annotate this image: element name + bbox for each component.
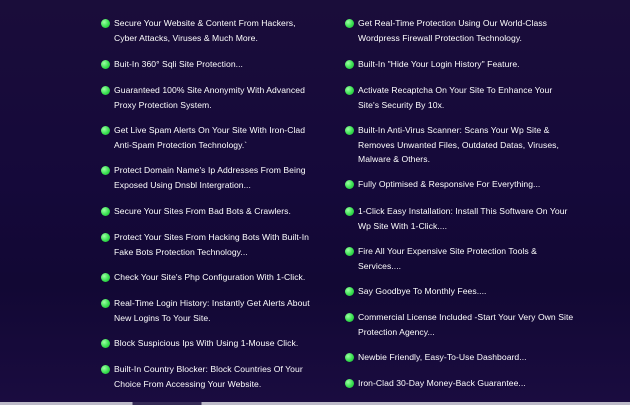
list-item: Newbie Friendly, Easy-To-Use Dashboard..… [345, 350, 527, 365]
feature-text: Block Suspicious Ips With Using 1-Mouse … [114, 338, 299, 348]
green-bullet-icon [345, 179, 354, 189]
feature-text: Iron-Clad 30-Day Money-Back Guarantee... [358, 378, 526, 388]
list-item: Built-In "Hide Your Login History" Featu… [345, 57, 520, 72]
green-bullet-icon [345, 206, 354, 216]
green-bullet-icon [101, 85, 110, 95]
green-bullet-icon [101, 298, 110, 308]
list-item: Real-Time Login History: Instantly Get A… [101, 296, 321, 325]
feature-text: Activate Recaptcha On Your Site To Enhan… [358, 85, 553, 110]
feature-text: Buit-In 360° Sqli Site Protection... [114, 59, 243, 69]
list-item: Commercial License Included -Start Your … [345, 310, 575, 339]
feature-text: Commercial License Included -Start Your … [358, 312, 574, 337]
green-bullet-icon [345, 59, 354, 69]
green-bullet-icon [101, 232, 110, 242]
list-item: Protect Your Sites From Hacking Bots Wit… [101, 230, 321, 259]
list-item: Get Live Spam Alerts On Your Site With I… [101, 123, 321, 152]
green-bullet-icon [345, 246, 354, 256]
feature-text: Secure Your Sites From Bad Bots & Crawle… [114, 206, 291, 216]
feature-text: Real-Time Login History: Instantly Get A… [114, 298, 310, 323]
list-item: Built-In Anti-Virus Scanner: Scans Your … [345, 123, 575, 167]
feature-text: Built-In "Hide Your Login History" Featu… [358, 59, 520, 69]
list-item: Activate Recaptcha On Your Site To Enhan… [345, 83, 575, 112]
list-item: Protect Domain Name's Ip Addresses From … [101, 163, 321, 192]
feature-text: Guaranteed 100% Site Anonymity With Adva… [114, 85, 305, 110]
feature-text: Protect Your Sites From Hacking Bots Wit… [114, 232, 309, 257]
list-item: Guaranteed 100% Site Anonymity With Adva… [101, 83, 321, 112]
feature-text: Fire All Your Expensive Site Protection … [358, 246, 537, 271]
list-item: Block Suspicious Ips With Using 1-Mouse … [101, 336, 298, 351]
feature-text: Built-In Country Blocker: Block Countrie… [114, 364, 303, 389]
green-bullet-icon [101, 338, 110, 348]
list-item: Fire All Your Expensive Site Protection … [345, 244, 575, 273]
green-bullet-icon [101, 206, 110, 216]
feature-text: Newbie Friendly, Easy-To-Use Dashboard..… [358, 352, 527, 362]
list-item: Iron-Clad 30-Day Money-Back Guarantee... [345, 376, 526, 391]
list-item: Fully Optimised & Responsive For Everyth… [345, 177, 540, 192]
feature-text: Get Live Spam Alerts On Your Site With I… [114, 125, 306, 150]
list-item: Say Goodbye To Monthly Fees.... [345, 284, 486, 299]
list-item: Secure Your Sites From Bad Bots & Crawle… [101, 204, 291, 219]
feature-text: Built-In Anti-Virus Scanner: Scans Your … [358, 125, 559, 164]
feature-text: Secure Your Website & Content From Hacke… [114, 18, 296, 43]
green-bullet-icon [345, 352, 354, 362]
list-item: Check Your Site's Php Configuration With… [101, 270, 305, 285]
feature-text: 1-Click Easy Installation: Install This … [358, 206, 568, 231]
green-bullet-icon [345, 18, 354, 28]
list-item: Secure Your Website & Content From Hacke… [101, 16, 321, 45]
feature-text: Protect Domain Name's Ip Addresses From … [114, 165, 306, 190]
green-bullet-icon [101, 165, 110, 175]
green-bullet-icon [345, 125, 354, 135]
green-bullet-icon [101, 364, 110, 374]
green-bullet-icon [101, 18, 110, 28]
green-bullet-icon [101, 272, 110, 282]
list-item: 1-Click Easy Installation: Install This … [345, 204, 575, 233]
list-item: Built-In Country Blocker: Block Countrie… [101, 362, 321, 391]
green-bullet-icon [101, 125, 110, 135]
green-bullet-icon [345, 85, 354, 95]
feature-text: Say Goodbye To Monthly Fees.... [358, 286, 487, 296]
green-bullet-icon [345, 378, 354, 388]
green-bullet-icon [345, 286, 354, 296]
feature-text: Fully Optimised & Responsive For Everyth… [358, 179, 541, 189]
list-item: Buit-In 360° Sqli Site Protection... [101, 57, 243, 72]
green-bullet-icon [345, 312, 354, 322]
feature-text: Get Real-Time Protection Using Our World… [358, 18, 548, 43]
feature-text: Check Your Site's Php Configuration With… [114, 272, 306, 282]
green-bullet-icon [101, 59, 110, 69]
list-item: Get Real-Time Protection Using Our World… [345, 16, 575, 45]
